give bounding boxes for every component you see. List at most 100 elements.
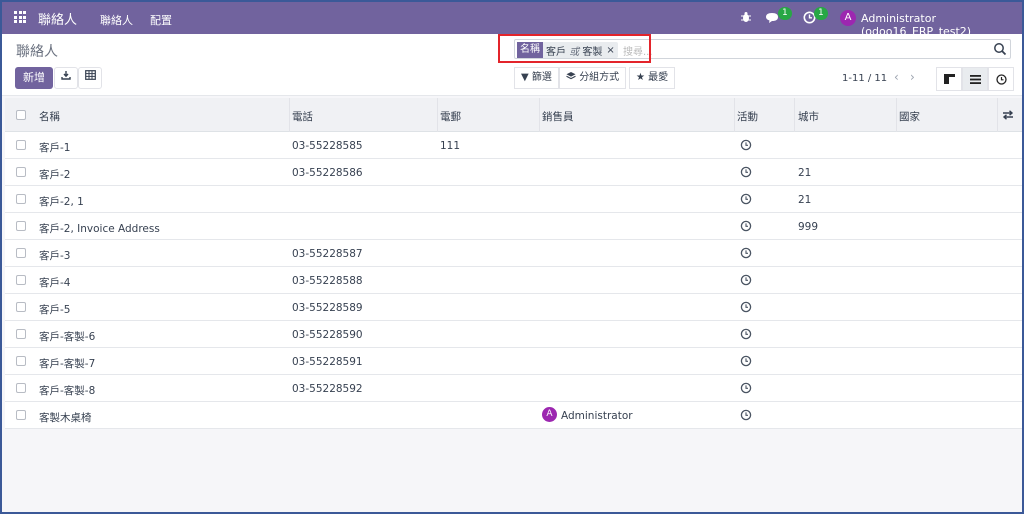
menu-configuration[interactable]: 配置: [150, 12, 172, 28]
row-checkbox[interactable]: [16, 140, 26, 150]
clock-icon: [995, 73, 1007, 85]
cell-phone: 03-55228589: [292, 302, 363, 314]
cell-phone: 03-55228586: [292, 167, 363, 179]
cell-city: 21: [798, 194, 812, 206]
table-icon: [84, 70, 96, 80]
row-checkbox[interactable]: [16, 410, 26, 420]
cell-name: 客製木桌椅: [39, 412, 92, 424]
favorites-button[interactable]: ★ 最愛: [629, 67, 676, 89]
cell-name: 客戶-客製-6: [39, 331, 96, 343]
table-row[interactable]: 客戶-客製-7 03-55228591: [5, 348, 1022, 375]
activity-clock-icon[interactable]: [740, 355, 752, 367]
cell-phone: 03-55228590: [292, 329, 363, 341]
facet-remove-icon[interactable]: ×: [605, 45, 617, 56]
activity-clock-icon[interactable]: [740, 139, 752, 151]
cell-city: 999: [798, 221, 819, 233]
table-row[interactable]: 客戶-1 03-55228585 111: [5, 132, 1022, 159]
row-checkbox[interactable]: [16, 221, 26, 231]
cell-phone: 03-55228591: [292, 356, 363, 368]
list-view-button[interactable]: [962, 67, 988, 91]
activity-clock-icon[interactable]: [740, 220, 752, 232]
activity-clock-icon[interactable]: [740, 247, 752, 259]
column-phone[interactable]: 電話: [292, 109, 313, 124]
cell-name: 客戶-5: [39, 304, 71, 316]
row-checkbox[interactable]: [16, 167, 26, 177]
bug-icon[interactable]: [740, 11, 752, 23]
row-checkbox[interactable]: [16, 194, 26, 204]
cell-name: 客戶-客製-7: [39, 358, 96, 370]
cell-name: 客戶-2, 1: [39, 196, 84, 208]
table-row[interactable]: 客戶-5 03-55228589: [5, 294, 1022, 321]
row-checkbox[interactable]: [16, 383, 26, 393]
search-icon[interactable]: [993, 42, 1007, 56]
column-activity[interactable]: 活動: [737, 109, 758, 124]
page-title: 聯絡人: [16, 44, 58, 60]
pager-value[interactable]: 1-11 / 11: [842, 73, 887, 84]
activities-badge: 1: [814, 7, 828, 20]
download-icon: [61, 71, 71, 80]
activity-clock-icon[interactable]: [740, 382, 752, 394]
control-panel: 聯絡人 新增 名稱 客戶 或 客製 × 搜尋... ▼ 篩選 分組方式 ★ 最愛…: [2, 34, 1022, 96]
import-button[interactable]: [54, 67, 78, 89]
activity-clock-icon[interactable]: [740, 301, 752, 313]
row-checkbox[interactable]: [16, 329, 26, 339]
apps-grid-icon[interactable]: [14, 11, 26, 23]
filter-icon: ▼: [521, 72, 529, 83]
cell-name: 客戶-1: [39, 142, 71, 154]
select-all-checkbox[interactable]: [16, 110, 26, 120]
group-by-button[interactable]: 分組方式: [559, 67, 627, 89]
activity-view-button[interactable]: [988, 67, 1014, 91]
messages-badge: 1: [778, 7, 792, 20]
search-facet: 名稱 客戶 或 客製 ×: [517, 42, 618, 58]
cell-phone: 03-55228592: [292, 383, 363, 395]
pager-previous-icon[interactable]: ‹: [894, 70, 899, 84]
table-row[interactable]: 客戶-2, 1 21: [5, 186, 1022, 213]
row-checkbox[interactable]: [16, 356, 26, 366]
activity-clock-icon[interactable]: [740, 328, 752, 340]
activity-clock-icon[interactable]: [740, 274, 752, 286]
top-navbar: 聯絡人 聯絡人 配置 1 1 A Administrator (odoo16_E…: [2, 2, 1022, 38]
cell-name: 客戶-2: [39, 169, 71, 181]
cell-email: 111: [440, 140, 461, 152]
kanban-icon: [943, 74, 955, 84]
column-salesperson[interactable]: 銷售員: [542, 109, 574, 124]
table-row[interactable]: 客戶-2 03-55228586 21: [5, 159, 1022, 186]
user-avatar[interactable]: A: [840, 10, 856, 26]
app-window: 聯絡人 聯絡人 配置 1 1 A Administrator (odoo16_E…: [0, 0, 1024, 514]
column-city[interactable]: 城市: [798, 109, 819, 124]
table-row[interactable]: 客戶-2, Invoice Address 999: [5, 213, 1022, 240]
column-country[interactable]: 國家: [899, 109, 920, 124]
facet-values: 客戶 或 客製: [546, 46, 603, 58]
cell-salesperson: Administrator: [561, 410, 633, 422]
row-checkbox[interactable]: [16, 248, 26, 258]
row-checkbox[interactable]: [16, 275, 26, 285]
cell-name: 客戶-客製-8: [39, 385, 96, 397]
new-button[interactable]: 新增: [15, 67, 53, 89]
activity-clock-icon[interactable]: [740, 166, 752, 178]
column-email[interactable]: 電郵: [440, 109, 461, 124]
cell-phone: 03-55228588: [292, 275, 363, 287]
spreadsheet-button[interactable]: [78, 67, 102, 89]
table-row[interactable]: 客戶-客製-8 03-55228592: [5, 375, 1022, 402]
activity-clock-icon[interactable]: [740, 409, 752, 421]
cell-name: 客戶-2, Invoice Address: [39, 223, 160, 235]
row-checkbox[interactable]: [16, 302, 26, 312]
menu-contacts[interactable]: 聯絡人: [100, 12, 133, 28]
table-row[interactable]: 客戶-3 03-55228587: [5, 240, 1022, 267]
chat-icon[interactable]: [765, 12, 779, 24]
kanban-view-button[interactable]: [936, 67, 962, 91]
app-brand[interactable]: 聯絡人: [38, 9, 77, 28]
cell-name: 客戶-4: [39, 277, 71, 289]
column-name[interactable]: 名稱: [39, 109, 60, 124]
table-row[interactable]: 客戶-客製-6 03-55228590: [5, 321, 1022, 348]
activity-clock-icon[interactable]: [740, 193, 752, 205]
cell-city: 21: [798, 167, 812, 179]
table-row[interactable]: 客製木桌椅 A Administrator: [5, 402, 1022, 429]
cell-phone: 03-55228585: [292, 140, 363, 152]
search-bar[interactable]: 名稱 客戶 或 客製 × 搜尋...: [514, 39, 1011, 59]
table-row[interactable]: 客戶-4 03-55228588: [5, 267, 1022, 294]
filters-button[interactable]: ▼ 篩選: [514, 67, 559, 89]
pager-next-icon[interactable]: ›: [910, 70, 915, 84]
search-input[interactable]: 搜尋...: [623, 43, 653, 58]
optional-columns-icon[interactable]: [1002, 110, 1014, 120]
